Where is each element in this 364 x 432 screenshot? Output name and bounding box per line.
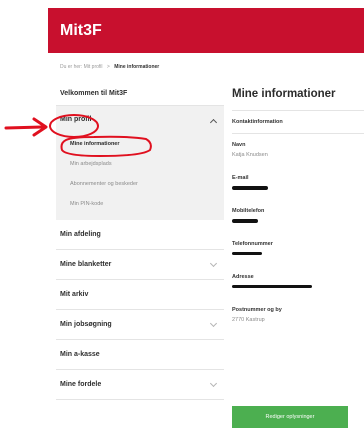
sidebar-item-label: Mine fordele (60, 381, 102, 388)
chevron-down-icon (209, 319, 218, 328)
field-mobile: Mobiltelefon (232, 200, 364, 233)
chevron-down-icon (209, 259, 218, 268)
breadcrumb-current: Mine informationer (114, 64, 160, 70)
sidebar-item-label: Min a-kasse (60, 351, 100, 358)
brand-logo[interactable]: Mit3F (60, 22, 102, 40)
submenu-item-min-arbejdsplads[interactable]: Min arbejdsplads (56, 154, 224, 174)
sidebar-item-label: Mit arkiv (60, 291, 89, 298)
redaction-mark (232, 252, 262, 255)
field-label: Postnummer og by (232, 307, 282, 313)
redaction-mark (232, 219, 258, 223)
field-label: Navn (232, 142, 246, 148)
breadcrumb-prefix: Du er her: (60, 64, 83, 70)
red-arrow-icon (4, 117, 48, 137)
redaction-mark (232, 285, 312, 288)
field-name: Navn Katja Knudsen (232, 134, 364, 167)
edit-info-button[interactable]: Rediger oplysninger (232, 406, 348, 428)
breadcrumb: Du er her: Mit profil > Mine information… (60, 64, 159, 70)
field-postal: Postnummer og by 2770 Kastrup (232, 299, 364, 332)
field-label: Telefonnummer (232, 241, 273, 247)
submenu-item-abonnementer[interactable]: Abonnementer og beskeder (56, 174, 224, 194)
field-email: E-mail (232, 167, 364, 200)
sidebar-item-profile[interactable]: Min profil (56, 106, 224, 132)
page-title: Mine informationer (232, 88, 336, 100)
sidebar-item-label: Velkommen til Mit3F (60, 90, 128, 97)
submenu-item-pin-kode[interactable]: Min PIN-kode (56, 194, 224, 214)
field-label: Adresse (232, 274, 254, 280)
site-header: Mit3F (48, 8, 364, 53)
sidebar-item-blanketter[interactable]: Mine blanketter (56, 250, 224, 280)
field-phone: Telefonnummer (232, 233, 364, 266)
field-label: Mobiltelefon (232, 208, 265, 214)
chevron-down-icon (209, 379, 218, 388)
sidebar-nav: Velkommen til Mit3F Min profil Mine info… (56, 82, 224, 400)
sidebar-item-label: Min jobsøgning (60, 321, 112, 328)
main-content: Mine informationer Kontaktinformation Na… (232, 82, 364, 332)
chevron-up-icon (209, 118, 218, 127)
field-address: Adresse (232, 266, 364, 299)
profile-submenu: Mine informationer Min arbejdsplads Abon… (56, 132, 224, 220)
sidebar-item-jobsogning[interactable]: Min jobsøgning (56, 310, 224, 340)
sidebar-item-label: Min profil (60, 115, 92, 123)
sidebar-item-label: Mine blanketter (60, 261, 112, 268)
field-value: Katja Knudsen (232, 152, 268, 158)
field-label: E-mail (232, 175, 249, 181)
field-value: 2770 Kastrup (232, 317, 265, 323)
breadcrumb-link-profile[interactable]: Mit profil (84, 64, 103, 70)
sidebar-item-a-kasse[interactable]: Min a-kasse (56, 340, 224, 370)
submenu-item-mine-informationer[interactable]: Mine informationer (56, 134, 224, 154)
redaction-mark (232, 186, 268, 190)
sidebar-item-welcome[interactable]: Velkommen til Mit3F (56, 82, 224, 106)
section-heading: Kontaktinformation (232, 110, 364, 134)
breadcrumb-separator: > (106, 64, 110, 70)
sidebar-item-arkiv[interactable]: Mit arkiv (56, 280, 224, 310)
sidebar-item-label: Min afdeling (60, 231, 101, 238)
sidebar-item-fordele[interactable]: Mine fordele (56, 370, 224, 400)
sidebar-item-afdeling[interactable]: Min afdeling (56, 220, 224, 250)
